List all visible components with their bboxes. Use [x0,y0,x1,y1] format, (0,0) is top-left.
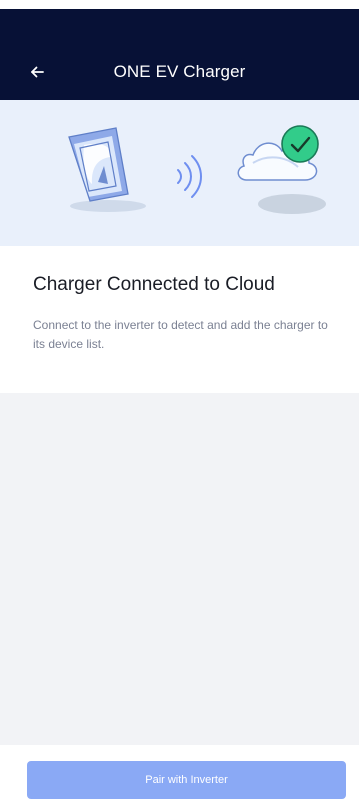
page-title: ONE EV Charger [113,62,246,81]
charger-icon [68,127,146,212]
status-description: Connect to the inverter to detect and ad… [33,318,328,351]
check-circle-icon [281,125,319,163]
wireless-signal-icon [177,155,202,198]
app-header: ONE EV Charger [0,9,359,100]
status-title: Charger Connected to Cloud [33,274,275,295]
illustration-svg [68,125,326,214]
connection-illustration [0,100,359,246]
app-screen: ONE EV Charger Charger Connected to Clou… [0,0,359,812]
pair-with-inverter-button[interactable]: Pair with Inverter [27,761,346,799]
status-bar [0,0,359,9]
